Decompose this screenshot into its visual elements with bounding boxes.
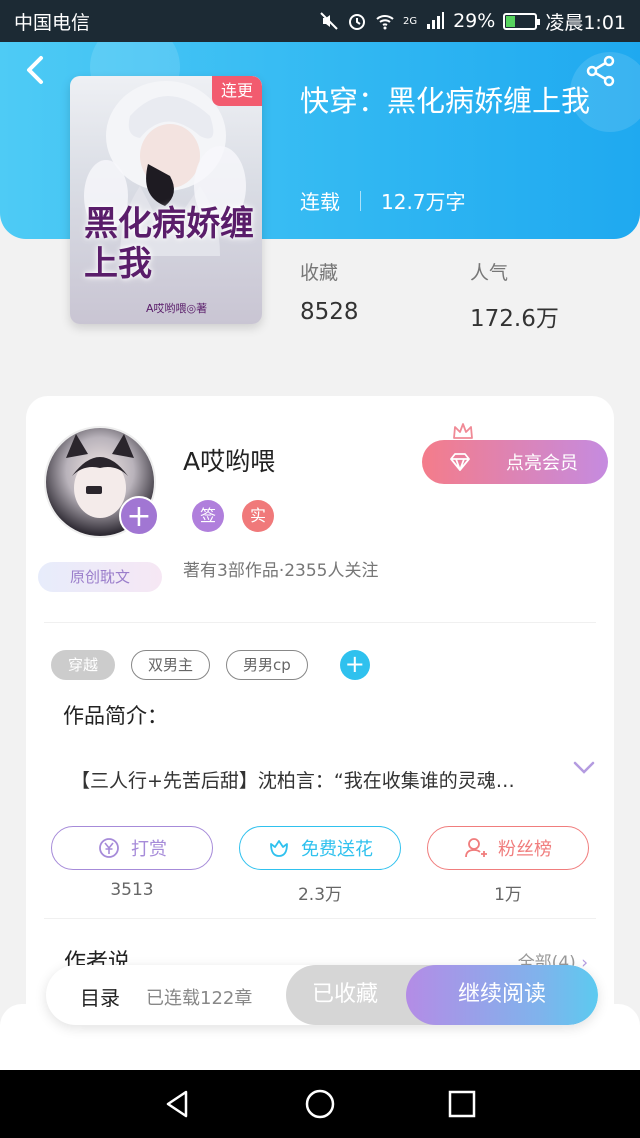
network-type: 2G: [402, 15, 418, 27]
fan-rank-label: 粉丝榜: [498, 839, 552, 860]
fan-count: 1万: [494, 885, 522, 905]
toc-button[interactable]: 目录: [80, 982, 120, 1011]
battery-percent: 29%: [453, 10, 496, 32]
system-nav-bar: [0, 1070, 640, 1138]
stat-popularity: 人气 172.6万: [470, 258, 559, 333]
nav-back-icon[interactable]: [162, 1088, 194, 1120]
nav-recents-icon[interactable]: [446, 1088, 478, 1120]
continue-reading-button[interactable]: 继续阅读: [406, 965, 598, 1025]
send-flower-button[interactable]: 免费送花: [239, 826, 401, 870]
stat-value: 8528: [300, 299, 359, 325]
update-badge: 连更: [212, 76, 262, 106]
send-flower-label: 免费送花: [301, 839, 373, 860]
chevron-down-icon[interactable]: [572, 758, 596, 778]
intro-text[interactable]: 【三人行+先苦后甜】沈柏言：“我在收集谁的灵魂…: [71, 766, 551, 793]
carrier-name: 中国电信: [14, 11, 91, 34]
divider: [44, 622, 596, 623]
clock: 凌晨1:01: [545, 11, 626, 34]
word-count: 12.7万字: [381, 190, 466, 214]
verified-badge: 实: [242, 500, 274, 532]
share-icon[interactable]: [584, 54, 618, 88]
vip-button-label: 点亮会员: [506, 453, 578, 474]
stat-label: 人气: [470, 262, 509, 284]
nav-home-icon[interactable]: [304, 1088, 336, 1120]
reward-button[interactable]: 打赏: [51, 826, 213, 870]
book-title: 快穿：黑化病娇缠上我: [300, 84, 591, 118]
alarm-icon: [348, 14, 365, 30]
stat-value: 172.6万: [470, 306, 559, 332]
stat-collect: 收藏 8528: [300, 258, 359, 325]
add-tag-button[interactable]: +: [339, 650, 370, 680]
crown-icon: [453, 423, 473, 439]
tag-chip[interactable]: 男男cp: [226, 650, 308, 680]
intro-label: 作品简介：: [63, 704, 168, 728]
cover-illustration: [84, 81, 246, 256]
user-rank-icon: [465, 838, 487, 858]
mute-icon: [320, 12, 338, 30]
book-cover[interactable]: 连更 黑化病娇缠上我 A哎哟喂◎著: [70, 76, 262, 324]
back-arrow-icon[interactable]: [18, 52, 54, 88]
serial-status: 连载: [300, 190, 340, 214]
reward-count: 3513: [110, 880, 154, 900]
tag-list: 穿越 双男主 男男cp +: [51, 650, 370, 680]
battery-icon: [503, 12, 541, 30]
cover-author-art: A哎哟喂◎著: [146, 302, 208, 315]
vip-button[interactable]: 点亮会员: [422, 440, 608, 484]
reward-label: 打赏: [131, 839, 167, 860]
flower-count: 2.3万: [297, 885, 343, 905]
fan-rank-button[interactable]: 粉丝榜: [427, 826, 589, 870]
tag-chip[interactable]: 双男主: [131, 650, 211, 680]
divider: [44, 918, 596, 919]
stat-label: 收藏: [300, 262, 339, 284]
cover-title-art: 黑化病娇缠上我: [84, 204, 254, 284]
bottom-action-bar: 目录 已连载122章 已收藏 继续阅读: [46, 965, 598, 1025]
wifi-icon: [376, 15, 394, 30]
meta-divider: [360, 190, 361, 211]
book-meta: 连载 12.7万字: [300, 186, 466, 215]
author-name[interactable]: A哎哟喂: [183, 442, 275, 478]
author-info: 著有3部作品·2355人关注: [183, 561, 379, 581]
status-bar: 中国电信 2G 29% 凌晨1:01: [0, 0, 640, 42]
signal-icon: [427, 12, 445, 29]
original-tag-badge: 原创耽文: [38, 562, 162, 592]
diamond-icon: [450, 453, 470, 471]
status-icons: 2G 29% 凌晨1:01: [319, 8, 626, 35]
coin-icon: [99, 838, 119, 858]
follow-author-button[interactable]: +: [119, 496, 159, 536]
signed-badge: 签: [192, 500, 224, 532]
flower-icon: [270, 840, 288, 857]
chapter-count: 已连载122章: [146, 988, 253, 1009]
tag-chip[interactable]: 穿越: [51, 650, 116, 680]
